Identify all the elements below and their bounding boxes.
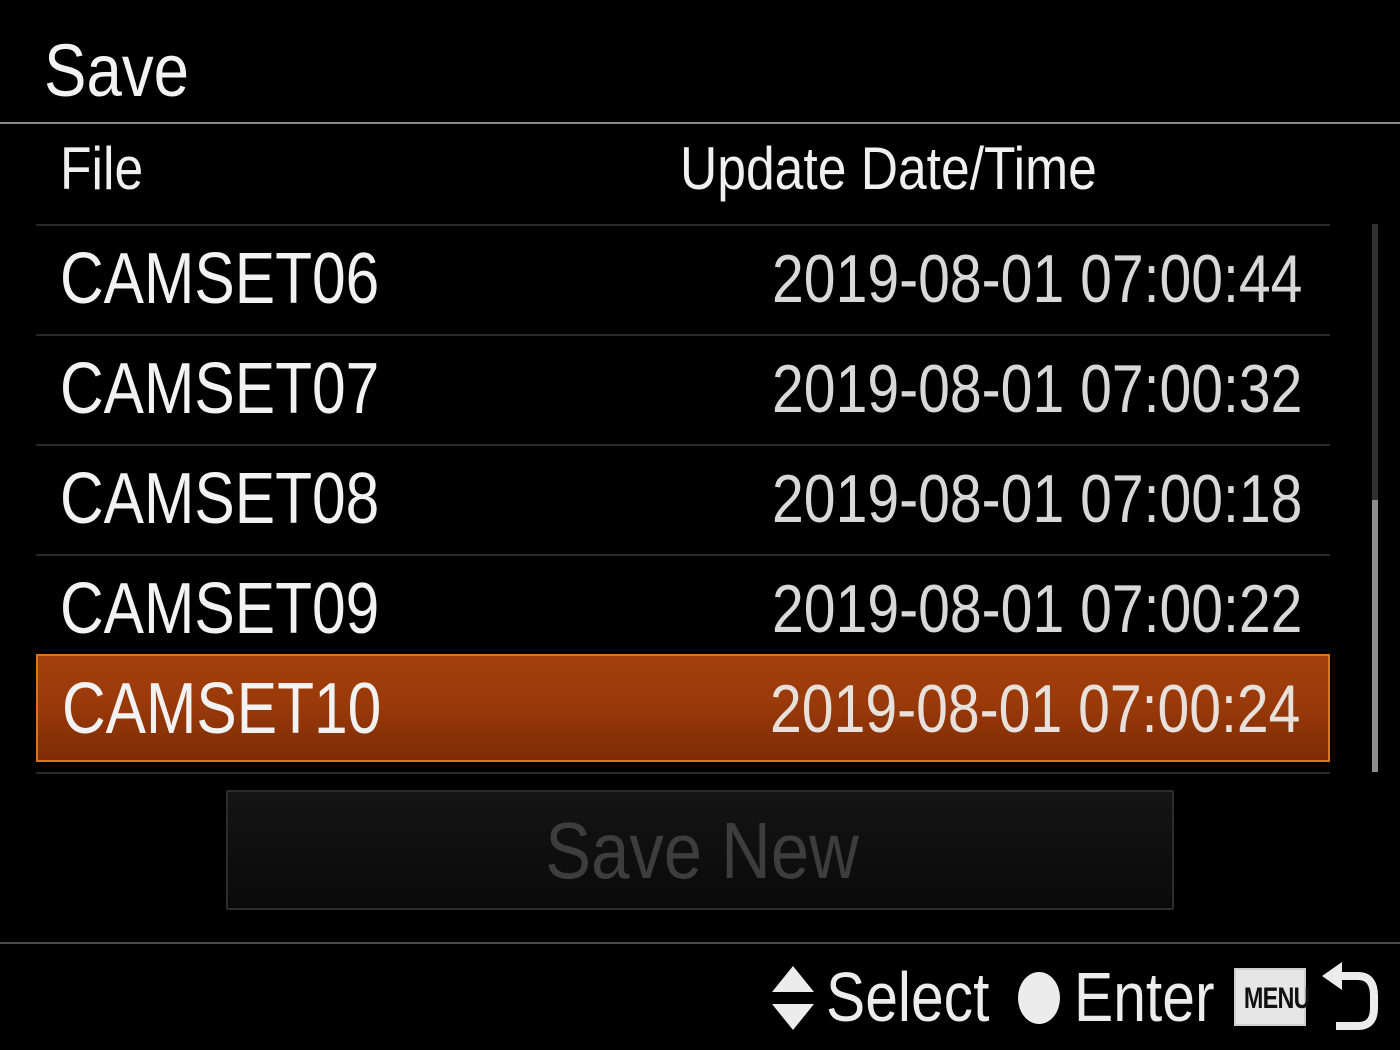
list-divider xyxy=(36,772,1330,774)
file-update-datetime: 2019-08-01 07:00:24 xyxy=(769,671,1300,747)
file-name: CAMSET09 xyxy=(60,569,380,649)
file-row-camset10-selected[interactable]: CAMSET10 2019-08-01 07:00:24 xyxy=(36,654,1330,762)
file-update-datetime: 2019-08-01 07:00:22 xyxy=(771,571,1302,647)
scrollbar-thumb[interactable] xyxy=(1372,500,1378,772)
file-name: CAMSET06 xyxy=(60,239,380,319)
return-arrow-icon[interactable] xyxy=(1318,962,1380,1034)
page-title: Save xyxy=(44,29,190,112)
footer-divider xyxy=(0,942,1400,944)
save-new-label: Save New xyxy=(545,806,859,895)
file-row-camset07[interactable]: CAMSET07 2019-08-01 07:00:32 xyxy=(36,334,1330,442)
save-settings-screen: Save File Update Date/Time CAMSET06 2019… xyxy=(0,0,1400,1050)
column-header-file: File xyxy=(60,135,144,202)
menu-icon-label: MENU xyxy=(1243,982,1311,1015)
title-divider xyxy=(0,122,1400,124)
file-name: CAMSET10 xyxy=(62,669,382,749)
file-update-datetime: 2019-08-01 07:00:32 xyxy=(771,351,1302,427)
save-new-button[interactable]: Save New xyxy=(226,790,1174,910)
file-update-datetime: 2019-08-01 07:00:18 xyxy=(771,461,1302,537)
file-name: CAMSET08 xyxy=(60,459,380,539)
file-row-camset09[interactable]: CAMSET09 2019-08-01 07:00:22 xyxy=(36,554,1330,662)
enter-hint-label: Enter xyxy=(1074,958,1215,1036)
file-row-camset08[interactable]: CAMSET08 2019-08-01 07:00:18 xyxy=(36,444,1330,552)
file-row-camset06[interactable]: CAMSET06 2019-08-01 07:00:44 xyxy=(36,224,1330,332)
file-update-datetime: 2019-08-01 07:00:44 xyxy=(771,241,1302,317)
file-name: CAMSET07 xyxy=(60,349,380,429)
center-button-icon xyxy=(1018,972,1060,1024)
up-down-arrows-icon xyxy=(772,966,814,1030)
menu-button-icon[interactable]: MENU xyxy=(1234,968,1311,1026)
select-hint-label: Select xyxy=(826,958,990,1036)
column-header-update-date-time: Update Date/Time xyxy=(680,135,1097,202)
file-list: CAMSET06 2019-08-01 07:00:44 CAMSET07 20… xyxy=(36,224,1330,774)
